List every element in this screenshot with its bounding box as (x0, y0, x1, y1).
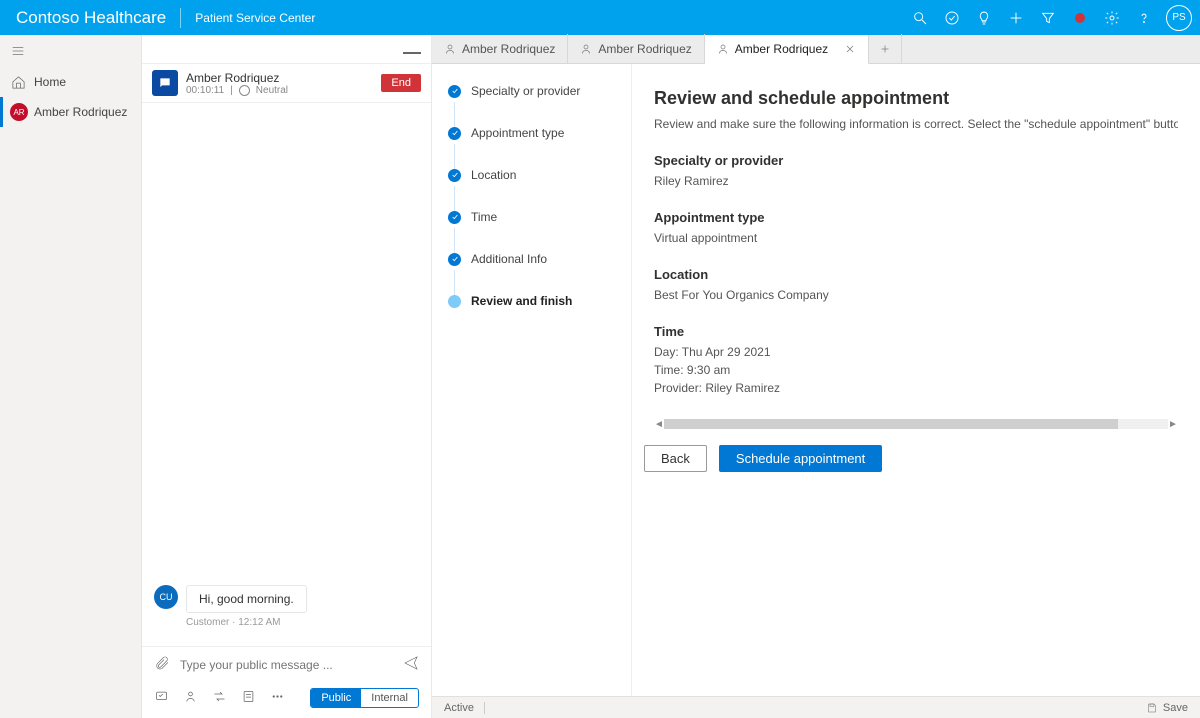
person-icon (444, 43, 456, 55)
transfer-icon[interactable] (212, 689, 227, 707)
nav-rail: Home AR Amber Rodriquez (0, 35, 142, 718)
presence-icon[interactable] (1064, 0, 1096, 35)
add-icon[interactable] (1000, 0, 1032, 35)
step-location[interactable]: Location (448, 168, 615, 182)
chat-channel-icon (152, 70, 178, 96)
sentiment-icon (239, 85, 250, 96)
end-session-button[interactable]: End (381, 74, 421, 92)
nav-active-session[interactable]: AR Amber Rodriquez (0, 97, 141, 127)
tab-strip: Amber Rodriquez Amber Rodriquez Amber Ro… (432, 35, 1200, 64)
status-bar: Active Save (432, 696, 1200, 718)
type-label: Appointment type (654, 210, 1178, 225)
tab-1[interactable]: Amber Rodriquez (432, 34, 568, 63)
tab-2[interactable]: Amber Rodriquez (568, 34, 704, 63)
save-icon (1146, 702, 1158, 714)
close-icon[interactable] (844, 43, 856, 55)
chat-message-meta: Customer · 12:12 AM (186, 617, 419, 628)
public-toggle[interactable]: Public (311, 689, 361, 707)
main-panel: Amber Rodriquez Amber Rodriquez Amber Ro… (432, 35, 1200, 718)
compose-toolbar: Public Internal (142, 682, 431, 718)
time-value: Day: Thu Apr 29 2021 Time: 9:30 am Provi… (654, 343, 1178, 397)
more-icon[interactable] (270, 689, 285, 707)
person-icon (580, 43, 592, 55)
nav-home[interactable]: Home (0, 67, 141, 97)
hamburger-icon[interactable] (0, 35, 141, 67)
horizontal-scrollbar[interactable]: ◄ ► (654, 417, 1178, 431)
review-title: Review and schedule appointment (654, 88, 1178, 109)
step-time[interactable]: Time (448, 210, 615, 224)
session-name: Amber Rodriquez (186, 71, 381, 85)
user-avatar[interactable]: PS (1166, 5, 1192, 31)
wizard-steps: Specialty or provider Appointment type L… (432, 64, 632, 696)
compose-row (142, 646, 431, 682)
location-label: Location (654, 267, 1178, 282)
send-icon[interactable] (403, 655, 419, 674)
type-value: Virtual appointment (654, 229, 1178, 247)
new-tab-button[interactable] (869, 34, 902, 63)
compose-input[interactable] (180, 658, 393, 672)
session-timer: 00:10:11 (186, 85, 224, 96)
global-header: Contoso Healthcare Patient Service Cente… (0, 0, 1200, 35)
save-button[interactable]: Save (1146, 702, 1188, 714)
message-list: CU Hi, good morning. Customer · 12:12 AM (142, 103, 431, 646)
location-value: Best For You Organics Company (654, 286, 1178, 304)
chat-message: Hi, good morning. (186, 585, 307, 613)
schedule-appointment-button[interactable]: Schedule appointment (719, 445, 882, 472)
plus-icon (879, 43, 891, 55)
conversation-panel: Amber Rodriquez 00:10:11 | Neutral End C… (142, 35, 432, 718)
person-icon (717, 43, 729, 55)
review-description: Review and make sure the following infor… (654, 117, 1178, 131)
settings-icon[interactable] (1096, 0, 1128, 35)
internal-toggle[interactable]: Internal (361, 689, 418, 707)
tab-3-label: Amber Rodriquez (735, 42, 828, 56)
specialty-label: Specialty or provider (654, 153, 1178, 168)
filter-icon[interactable] (1032, 0, 1064, 35)
quick-reply-icon[interactable] (154, 689, 169, 707)
back-button[interactable]: Back (644, 445, 707, 472)
time-label: Time (654, 324, 1178, 339)
home-icon (10, 74, 26, 90)
search-icon[interactable] (904, 0, 936, 35)
attach-icon[interactable] (154, 655, 170, 674)
tab-1-label: Amber Rodriquez (462, 42, 555, 56)
step-review[interactable]: Review and finish (448, 294, 615, 308)
patient-avatar-icon: AR (10, 103, 28, 121)
minimize-icon[interactable] (403, 52, 421, 54)
tab-3[interactable]: Amber Rodriquez (705, 35, 869, 64)
consult-icon[interactable] (183, 689, 198, 707)
specialty-value: Riley Ramirez (654, 172, 1178, 190)
visibility-toggle[interactable]: Public Internal (310, 688, 419, 708)
session-sentiment: Neutral (256, 85, 288, 96)
brand-name: Contoso Healthcare (16, 8, 181, 28)
record-status: Active (444, 702, 485, 714)
session-header: Amber Rodriquez 00:10:11 | Neutral End (142, 63, 431, 103)
task-icon[interactable] (936, 0, 968, 35)
suite-name: Patient Service Center (195, 11, 315, 25)
review-pane: Review and schedule appointment Review a… (632, 64, 1200, 696)
lightbulb-icon[interactable] (968, 0, 1000, 35)
help-icon[interactable] (1128, 0, 1160, 35)
tab-2-label: Amber Rodriquez (598, 42, 691, 56)
step-additional-info[interactable]: Additional Info (448, 252, 615, 266)
step-specialty[interactable]: Specialty or provider (448, 84, 615, 98)
nav-active-label: Amber Rodriquez (34, 105, 127, 119)
customer-avatar-icon: CU (154, 585, 178, 609)
notes-icon[interactable] (241, 689, 256, 707)
nav-home-label: Home (34, 75, 66, 89)
step-appointment-type[interactable]: Appointment type (448, 126, 615, 140)
